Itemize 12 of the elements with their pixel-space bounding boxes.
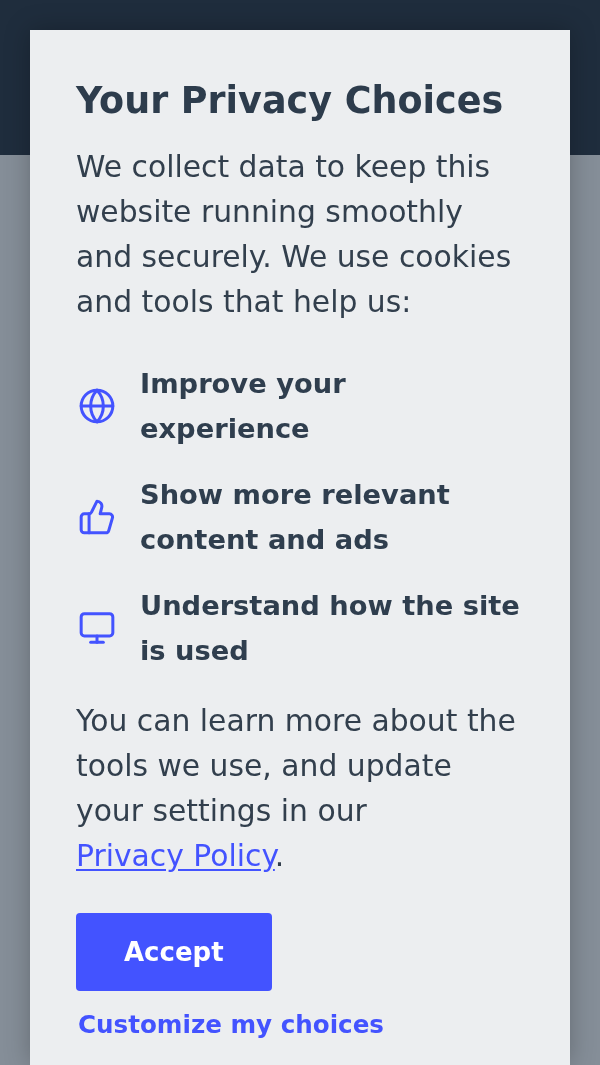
- monitor-icon: [78, 609, 116, 647]
- dialog-title: Your Privacy Choices: [76, 78, 504, 124]
- info-text: You can learn more about the tools we use, and update your settings in our Privacy Policy.: [76, 702, 517, 875]
- accept-button[interactable]: Accept: [76, 913, 272, 991]
- intro-text: We collect data to keep this website running smoothly and securely. We use cookies and tools that help us:: [76, 148, 513, 321]
- privacy-policy-link[interactable]: Privacy Policy: [76, 838, 275, 873]
- purpose-text: Understand how the site is used: [140, 589, 521, 668]
- purpose-text: Show more relevant content and ads: [140, 478, 451, 557]
- thumbs-up-icon: [78, 498, 116, 536]
- purpose-text: Improve your experience: [140, 367, 347, 446]
- customize-choices-link[interactable]: Customize my choices: [78, 1008, 384, 1042]
- globe-icon: [78, 387, 116, 425]
